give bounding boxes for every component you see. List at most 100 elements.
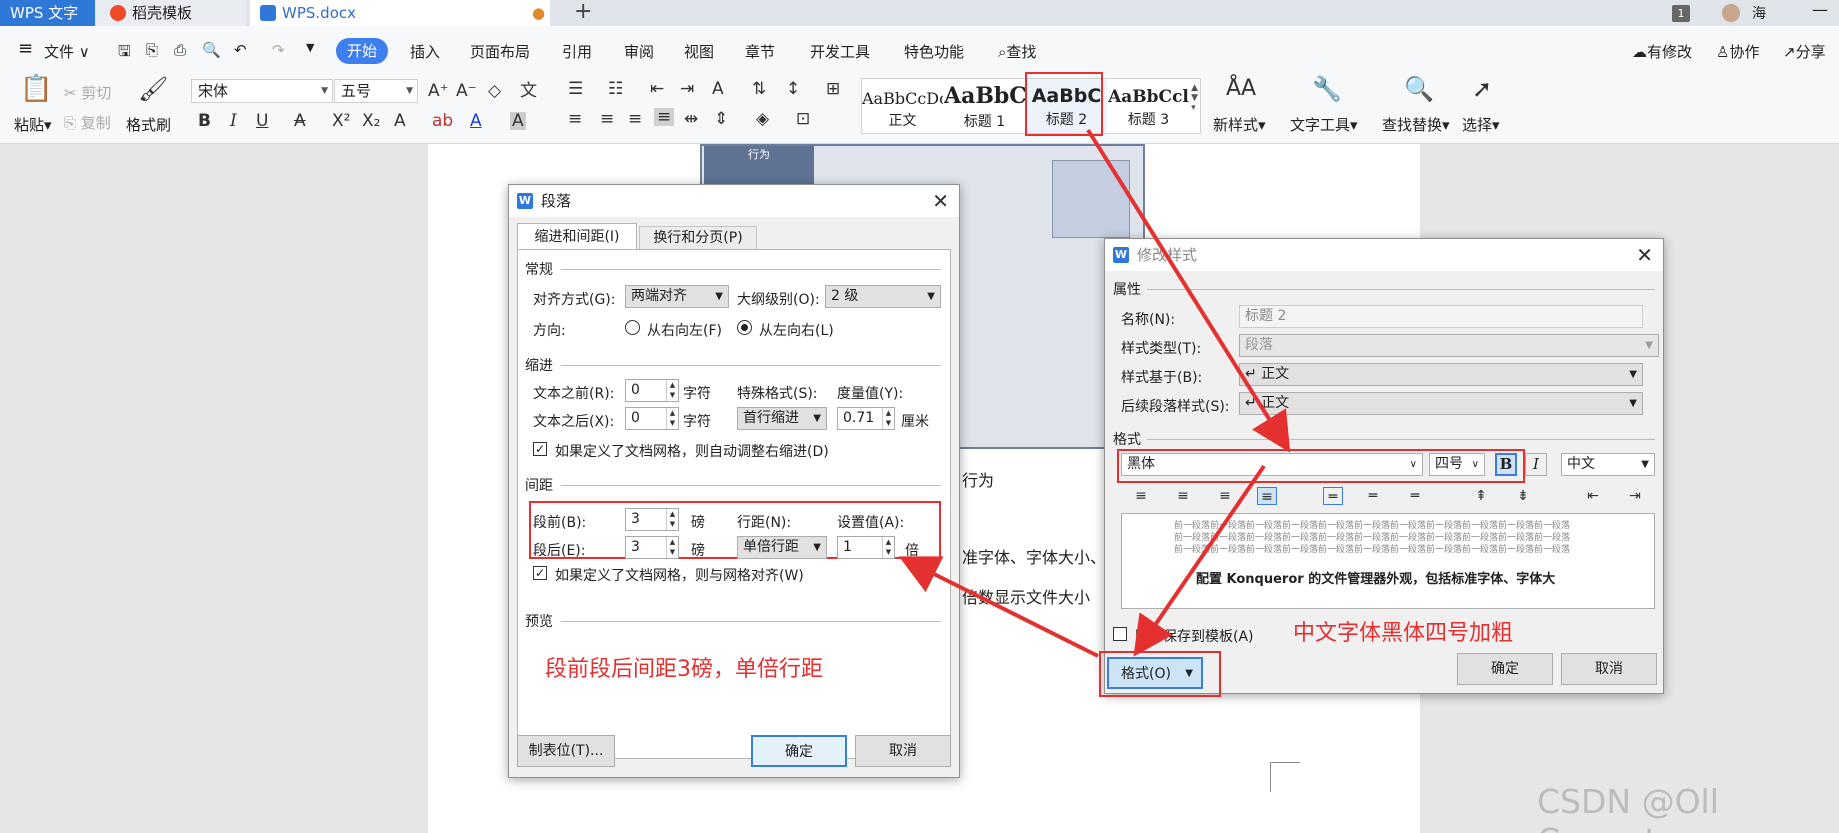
space-after-increase-icon[interactable]: ⇟ <box>1513 487 1533 505</box>
align-center-icon[interactable]: ≡ <box>600 110 614 128</box>
align-left-icon[interactable]: ≡ <box>1131 487 1151 505</box>
measure-input[interactable]: 0.71 ▲ ▼ <box>837 407 895 430</box>
distributed-icon[interactable]: ⇹ <box>684 110 698 128</box>
line-spacing-select[interactable]: 单倍行距 ▼ <box>737 536 827 559</box>
indent-increase-icon[interactable]: ⇥ <box>1625 487 1645 505</box>
paste-button[interactable]: 粘贴▾ <box>14 114 52 135</box>
align-center-icon[interactable]: ≡ <box>1173 487 1193 505</box>
spinner-icon[interactable]: ▲ ▼ <box>666 537 678 558</box>
single-spacing-icon[interactable]: ═ <box>1323 487 1343 505</box>
space-before-input[interactable]: 3 ▲ ▼ <box>625 508 679 531</box>
close-icon[interactable]: ✕ <box>932 185 949 217</box>
undo-icon[interactable]: ↶ <box>234 41 247 59</box>
font-select[interactable]: 黑体 ∨ <box>1121 453 1423 476</box>
indent-before-input[interactable]: 0 ▲ ▼ <box>625 379 679 402</box>
style-name-input[interactable]: 标题 2 <box>1239 305 1643 328</box>
indent-after-input[interactable]: 0 ▲ ▼ <box>625 407 679 430</box>
align-right-icon[interactable]: ≡ <box>628 110 642 128</box>
format-painter-button[interactable]: 格式刷 <box>126 114 171 135</box>
rtl-radio[interactable] <box>625 320 640 335</box>
font-color-icon[interactable]: A <box>470 112 482 130</box>
border-icon[interactable]: ⊞ <box>826 80 840 98</box>
style-heading-3[interactable]: AaBbCcl 标题 3 <box>1108 79 1189 133</box>
spinner-icon[interactable]: ▲ ▼ <box>666 509 678 530</box>
save-to-template-checkbox[interactable] <box>1113 627 1127 641</box>
superscript-icon[interactable]: X² <box>332 112 350 130</box>
spinner-icon[interactable]: ▲ ▼ <box>666 380 678 401</box>
text-effect-icon[interactable]: A <box>394 112 406 130</box>
auto-right-indent-checkbox[interactable]: ✓ <box>533 442 547 456</box>
double-spacing-icon[interactable]: ═ <box>1405 487 1425 505</box>
share-button[interactable]: ↗分享 <box>1783 41 1826 62</box>
outline-level-select[interactable]: 2 级 ▼ <box>825 285 941 308</box>
clear-format-icon[interactable]: ◇ <box>488 82 501 100</box>
indent-unit[interactable]: 字符 <box>683 383 711 403</box>
menu-start[interactable]: 开始 <box>336 38 388 64</box>
justify-icon[interactable]: ≡ <box>1257 487 1277 505</box>
line-spacing-icon[interactable]: ↕ <box>786 80 800 98</box>
paste-icon[interactable]: 📋 <box>20 76 52 102</box>
style-heading-1[interactable]: AaBbC 标题 1 <box>944 79 1025 133</box>
find-replace-button[interactable]: 查找替换▾ <box>1382 114 1450 135</box>
indent-unit[interactable]: 字符 <box>683 411 711 431</box>
shading-icon[interactable]: ◈ <box>756 110 769 128</box>
copy-button[interactable]: ⎘ 复制 <box>64 112 111 133</box>
sort-icon[interactable]: ⇅ <box>752 80 766 98</box>
menu-review[interactable]: 审阅 <box>624 41 654 62</box>
ltr-radio[interactable] <box>737 320 752 335</box>
text-tools-button[interactable]: 文字工具▾ <box>1290 114 1358 135</box>
snap-to-grid-checkbox[interactable]: ✓ <box>533 566 547 580</box>
menu-insert[interactable]: 插入 <box>410 41 440 62</box>
new-tab-button[interactable]: + <box>574 0 592 24</box>
minimize-icon[interactable]: — <box>1812 0 1828 19</box>
format-button[interactable]: 格式(O) ▼ <box>1107 657 1203 689</box>
text-direction-icon[interactable]: A <box>712 80 724 98</box>
menu-page-layout[interactable]: 页面布局 <box>470 41 530 62</box>
tabs-button[interactable]: 制表位(T)... <box>517 735 615 767</box>
space-unit[interactable]: 磅 <box>691 540 705 560</box>
tab-line-page-breaks[interactable]: 换行和分页(P) <box>639 226 757 250</box>
tab-indent-spacing[interactable]: 缩进和间距(I) <box>517 223 637 250</box>
cancel-button[interactable]: 取消 <box>855 735 951 767</box>
tab-document[interactable]: WPS.docx ● <box>250 0 550 26</box>
collaborate-button[interactable]: ♙协作 <box>1716 41 1759 62</box>
avatar[interactable] <box>1722 4 1740 22</box>
align-right-icon[interactable]: ≡ <box>1215 487 1235 505</box>
cancel-button[interactable]: 取消 <box>1561 653 1657 685</box>
alignment-select[interactable]: 两端对齐 ▼ <box>625 285 729 308</box>
select-button[interactable]: 选择▾ <box>1462 114 1500 135</box>
italic-icon[interactable]: I <box>230 112 237 130</box>
hamburger-icon[interactable]: ≡ <box>18 38 33 59</box>
font-size-combo[interactable]: 五号 ▼ <box>334 79 418 103</box>
format-painter-icon[interactable]: 🖌 <box>138 77 168 101</box>
gallery-scroll-icon[interactable]: ▲ ▼ ▾ <box>1191 83 1198 113</box>
align-left-icon[interactable]: ≡ <box>568 110 582 128</box>
style-type-select[interactable]: 段落 ▼ <box>1239 334 1659 357</box>
size-select[interactable]: 四号 ∨ <box>1429 453 1485 476</box>
find-replace-icon[interactable]: 🔍 <box>1404 77 1434 101</box>
shrink-font-icon[interactable]: A⁻ <box>456 82 477 100</box>
ok-button[interactable]: 确定 <box>751 735 847 767</box>
style-normal[interactable]: AaBbCcDc 正文 <box>862 79 943 133</box>
strikethrough-icon[interactable]: A <box>294 112 306 130</box>
bold-toggle[interactable]: B <box>1495 453 1517 476</box>
tab-docer-templates[interactable]: 稻壳模板 <box>96 0 246 26</box>
bullets-icon[interactable]: ☰ <box>568 80 583 98</box>
set-value-input[interactable]: 1 ▲ ▼ <box>837 536 895 559</box>
italic-toggle[interactable]: I <box>1525 453 1547 476</box>
grow-font-icon[interactable]: A⁺ <box>428 82 449 100</box>
space-before-increase-icon[interactable]: ⇞ <box>1471 487 1491 505</box>
measure-unit[interactable]: 厘米 <box>901 411 929 431</box>
print-icon[interactable]: ⎙ <box>174 41 186 59</box>
underline-icon[interactable]: U <box>256 112 268 130</box>
borders-icon[interactable]: ⊡ <box>796 110 810 128</box>
new-style-button[interactable]: 新样式▾ <box>1213 114 1266 135</box>
menu-references[interactable]: 引用 <box>562 41 592 62</box>
menu-view[interactable]: 视图 <box>684 41 714 62</box>
char-shading-icon[interactable]: A <box>510 112 526 130</box>
menu-file[interactable]: 文件 ∨ <box>44 41 90 62</box>
customize-qat-icon[interactable]: ▼ <box>306 41 314 54</box>
spinner-icon[interactable]: ▲ ▼ <box>882 408 894 429</box>
ok-button[interactable]: 确定 <box>1457 653 1553 685</box>
space-after-input[interactable]: 3 ▲ ▼ <box>625 536 679 559</box>
